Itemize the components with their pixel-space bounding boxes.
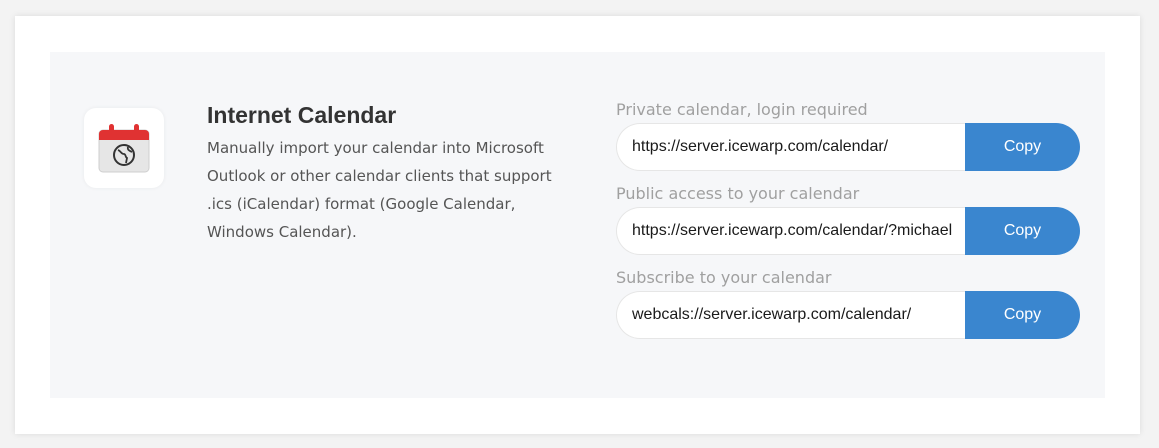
public-calendar-url-field[interactable]: https://server.icewarp.com/calendar/?mic… bbox=[616, 207, 965, 255]
section-title: Internet Calendar bbox=[207, 102, 397, 128]
private-calendar-link-group: Private calendar, login required https:/… bbox=[616, 97, 1080, 171]
subscribe-calendar-row: webcals://server.icewarp.com/calendar/ C… bbox=[616, 291, 1080, 339]
settings-card: Internet Calendar Manually import your c… bbox=[15, 16, 1140, 434]
subscribe-calendar-url: webcals://server.icewarp.com/calendar/ bbox=[632, 306, 912, 323]
public-calendar-link-group: Public access to your calendar https://s… bbox=[616, 181, 1080, 255]
public-calendar-label: Public access to your calendar bbox=[616, 184, 860, 203]
private-calendar-row: https://server.icewarp.com/calendar/ Cop… bbox=[616, 123, 1080, 171]
info-section: Internet Calendar Manually import your c… bbox=[207, 102, 557, 246]
copy-private-url-button[interactable]: Copy bbox=[965, 123, 1080, 171]
calendar-globe-icon bbox=[84, 108, 164, 188]
copy-public-url-button[interactable]: Copy bbox=[965, 207, 1080, 255]
subscribe-calendar-link-group: Subscribe to your calendar webcals://ser… bbox=[616, 265, 1080, 339]
public-calendar-row: https://server.icewarp.com/calendar/?mic… bbox=[616, 207, 1080, 255]
internet-calendar-panel: Internet Calendar Manually import your c… bbox=[50, 52, 1105, 398]
private-calendar-url-field[interactable]: https://server.icewarp.com/calendar/ bbox=[616, 123, 965, 171]
private-calendar-url: https://server.icewarp.com/calendar/ bbox=[632, 138, 889, 155]
copy-subscribe-url-button[interactable]: Copy bbox=[965, 291, 1080, 339]
private-calendar-label: Private calendar, login required bbox=[616, 100, 868, 119]
subscribe-calendar-label: Subscribe to your calendar bbox=[616, 268, 832, 287]
section-description: Manually import your calendar into Micro… bbox=[207, 139, 552, 241]
subscribe-calendar-url-field[interactable]: webcals://server.icewarp.com/calendar/ bbox=[616, 291, 965, 339]
public-calendar-url: https://server.icewarp.com/calendar/?mic… bbox=[632, 222, 953, 239]
calendar-links: Private calendar, login required https:/… bbox=[616, 97, 1080, 349]
